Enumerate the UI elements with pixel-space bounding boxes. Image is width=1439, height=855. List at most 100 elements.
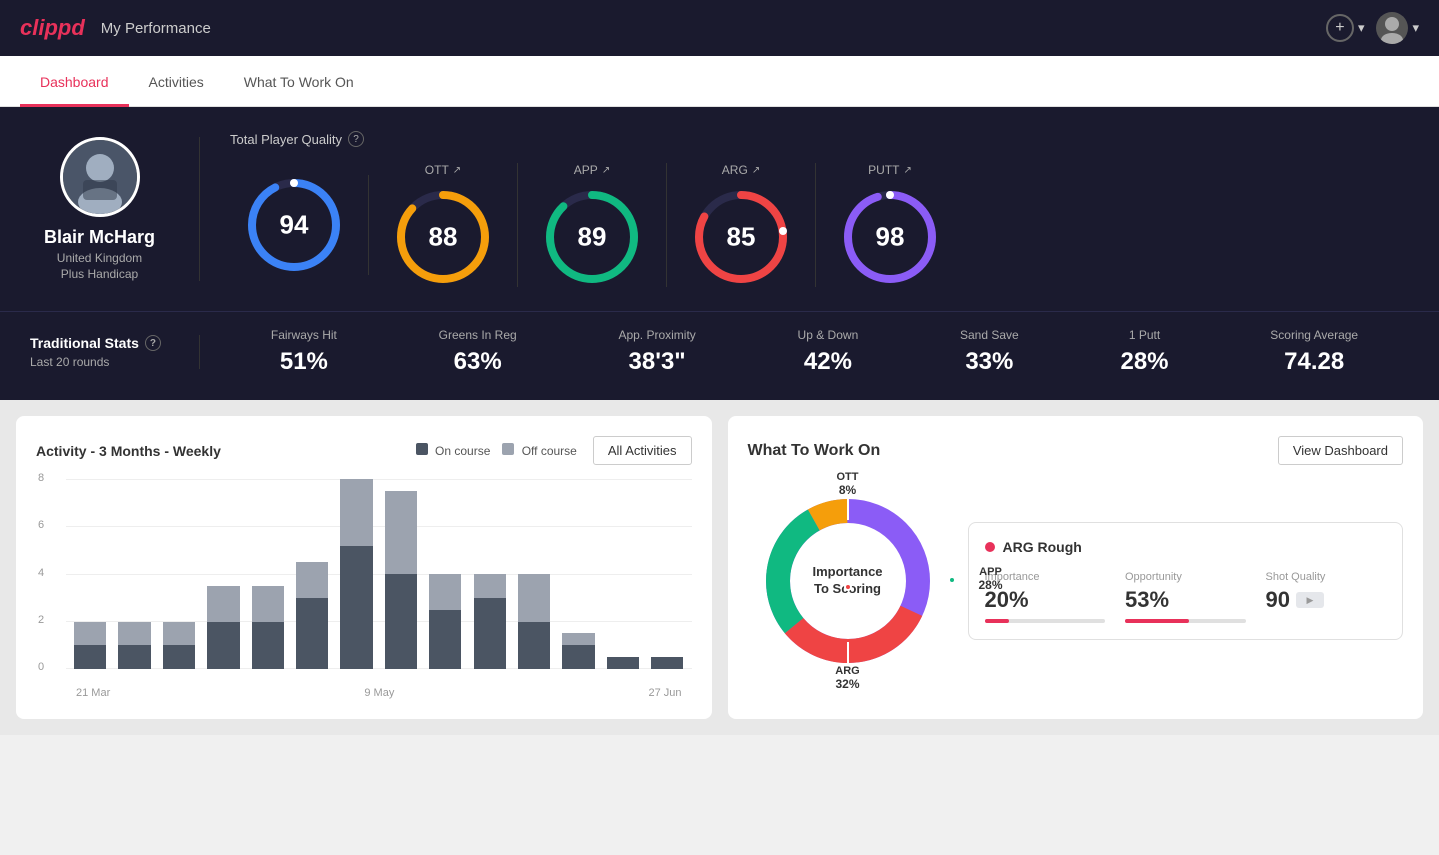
on-course-bar-seg <box>518 622 550 670</box>
bar-stack <box>296 562 328 669</box>
donut-wrapper: ImportanceTo Scoring OTT8% APP28% ARG32%… <box>748 481 948 681</box>
on-course-bar-seg <box>385 574 417 669</box>
player-handicap: Plus Handicap <box>61 267 138 281</box>
plus-icon: + <box>1326 14 1354 42</box>
user-menu-button[interactable]: ▾ <box>1376 12 1419 44</box>
tab-dashboard[interactable]: Dashboard <box>20 56 129 107</box>
player-avatar <box>60 137 140 217</box>
bar-group <box>647 479 687 669</box>
bar-stack <box>207 586 239 669</box>
bar-stack <box>163 622 195 670</box>
bar-stack <box>429 574 461 669</box>
on-course-bar-seg <box>562 645 594 669</box>
on-course-bar-seg <box>118 645 150 669</box>
stats-panel: Blair McHarg United Kingdom Plus Handica… <box>0 107 1439 311</box>
tab-what-to-work-on[interactable]: What To Work On <box>224 56 374 107</box>
stat-greens: Greens In Reg 63% <box>439 328 517 376</box>
score-ott: OTT ↗ 88 <box>369 163 518 287</box>
player-name: Blair McHarg <box>44 227 155 248</box>
on-course-bar-seg <box>163 645 195 669</box>
bar-stack <box>252 586 284 669</box>
importance-bar <box>985 619 1106 623</box>
stat-fairways: Fairways Hit 51% <box>271 328 337 376</box>
bar-stack <box>474 574 506 669</box>
bar-stack <box>340 479 372 669</box>
add-button[interactable]: + ▾ <box>1326 14 1365 42</box>
bar-group <box>336 479 376 669</box>
opportunity-bar <box>1125 619 1246 623</box>
stat-proximity: App. Proximity 38'3" <box>618 328 695 376</box>
bar-group <box>203 479 243 669</box>
ott-value: 88 <box>429 222 458 253</box>
off-course-legend-label: Off course <box>522 444 577 458</box>
bottom-panels: Activity - 3 Months - Weekly On course O… <box>0 400 1439 735</box>
bar-group <box>381 479 421 669</box>
donut-center-text: ImportanceTo Scoring <box>812 564 882 598</box>
view-dashboard-button[interactable]: View Dashboard <box>1278 436 1403 465</box>
tab-activities[interactable]: Activities <box>129 56 224 107</box>
on-course-bar-seg <box>74 645 106 669</box>
putt-label: PUTT ↗ <box>868 163 912 177</box>
ott-label: OTT ↗ <box>425 163 461 177</box>
on-course-bar-seg <box>429 610 461 669</box>
header-left: clippd My Performance <box>20 15 211 41</box>
total-value: 94 <box>280 210 309 241</box>
bar-group <box>425 479 465 669</box>
arg-card-title-text: ARG Rough <box>1003 539 1082 555</box>
bar-group <box>114 479 154 669</box>
tabs-bar: Dashboard Activities What To Work On <box>0 56 1439 107</box>
donut-chart: ImportanceTo Scoring <box>748 481 948 681</box>
trad-stats-label: Traditional Stats ? Last 20 rounds <box>30 335 200 369</box>
total-circle: 94 <box>244 175 344 275</box>
user-chevron: ▾ <box>1412 20 1419 36</box>
arg-opportunity: Opportunity 53% <box>1125 571 1246 623</box>
stat-updown: Up & Down 42% <box>798 328 859 376</box>
wtwo-header: What To Work On View Dashboard <box>748 436 1404 465</box>
bars-container <box>66 479 692 669</box>
bar-stack <box>607 657 639 669</box>
add-chevron: ▾ <box>1358 20 1365 36</box>
trad-stats-info-icon[interactable]: ? <box>145 335 161 351</box>
off-course-bar-seg <box>74 622 106 646</box>
logo: clippd <box>20 15 85 41</box>
quality-scores: 94 OTT ↗ 88 APP ↗ <box>220 163 1389 287</box>
off-course-legend-dot <box>502 443 514 455</box>
bar-stack <box>651 657 683 669</box>
arg-label: ARG ↗ <box>722 163 760 177</box>
putt-circle: 98 <box>840 187 940 287</box>
wtwo-panel: What To Work On View Dashboard <box>728 416 1424 719</box>
app-label: APP ↗ <box>574 163 610 177</box>
bar-group <box>603 479 643 669</box>
off-course-bar-seg <box>296 562 328 598</box>
off-course-bar-seg <box>340 479 372 546</box>
off-course-bar-seg <box>163 622 195 646</box>
quality-info-icon[interactable]: ? <box>348 131 364 147</box>
bar-stack <box>385 491 417 669</box>
bar-group <box>292 479 332 669</box>
shot-quality-badge: ▶ <box>1296 592 1324 608</box>
player-info: Blair McHarg United Kingdom Plus Handica… <box>30 137 200 281</box>
off-course-bar-seg <box>385 491 417 574</box>
arg-circle: 85 <box>691 187 791 287</box>
arg-shot-quality: Shot Quality 90 ▶ <box>1266 571 1387 623</box>
bar-group <box>470 479 510 669</box>
avatar <box>1376 12 1408 44</box>
on-course-bar-seg <box>651 657 683 669</box>
on-course-bar-seg <box>607 657 639 669</box>
app-value: 89 <box>578 222 607 253</box>
app-donut-label: APP28% <box>978 566 1002 592</box>
arg-dot-donut <box>844 583 852 591</box>
on-course-bar-seg <box>340 546 372 669</box>
arg-donut-label: ARG32% <box>835 665 859 691</box>
app-circle: 89 <box>542 187 642 287</box>
on-course-bar-seg <box>474 598 506 669</box>
all-activities-button[interactable]: All Activities <box>593 436 692 465</box>
bar-stack <box>74 622 106 670</box>
ott-circle: 88 <box>393 187 493 287</box>
off-course-bar-seg <box>474 574 506 598</box>
arg-metrics: Importance 20% Opportunity 53% <box>985 571 1387 623</box>
chart-title: Activity - 3 Months - Weekly <box>36 443 221 459</box>
chart-area: 8 6 4 2 0 21 Mar 9 May 27 Jun <box>36 479 692 699</box>
stat-oneputt: 1 Putt 28% <box>1120 328 1168 376</box>
bar-stack <box>518 574 550 669</box>
